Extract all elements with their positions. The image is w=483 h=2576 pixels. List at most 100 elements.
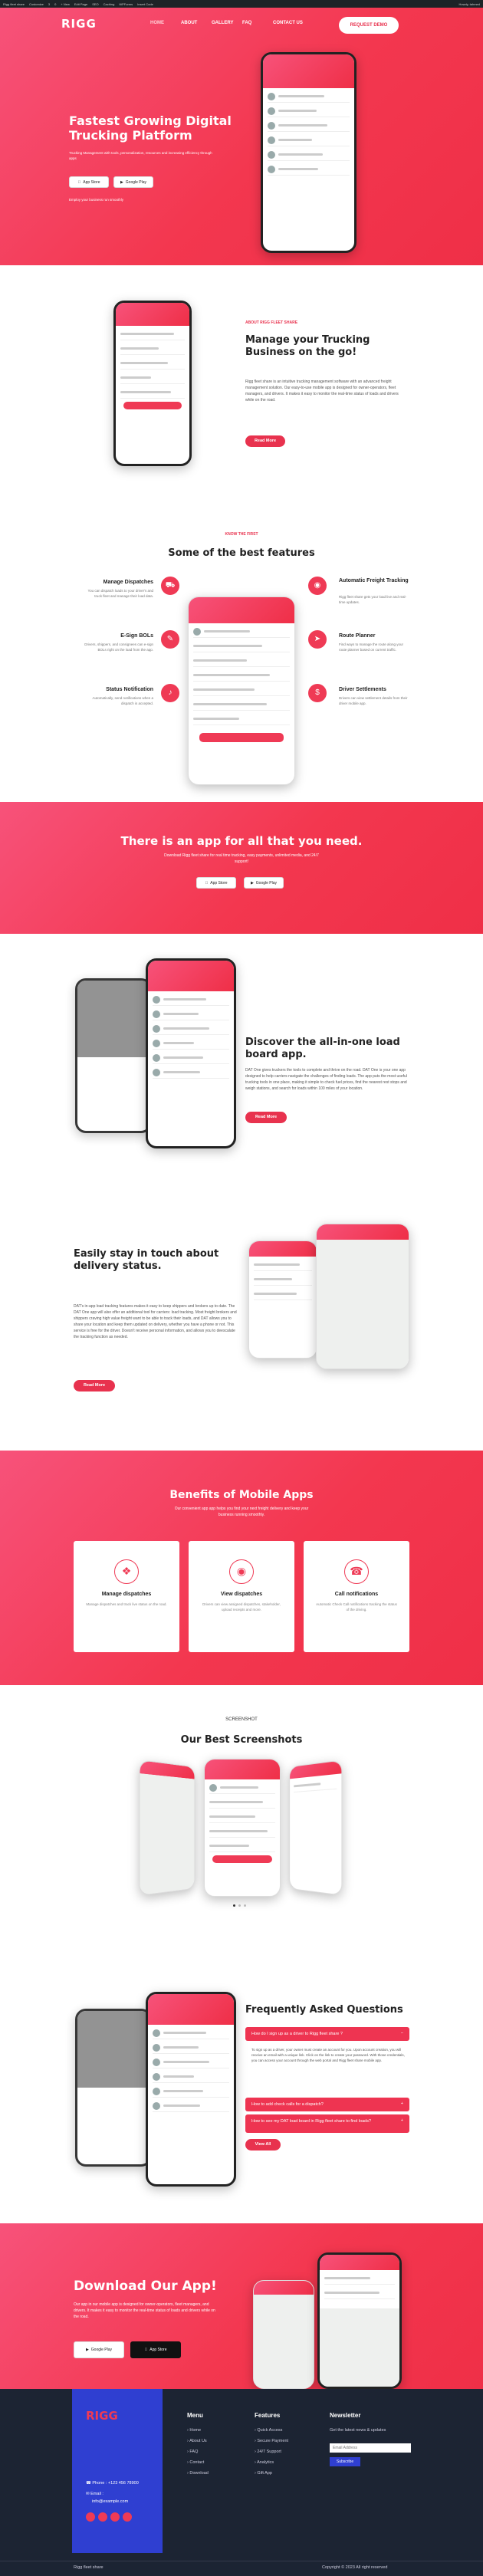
hero-title: Fastest Growing Digital Trucking Platfor… [69, 113, 232, 143]
benefits-subtitle: Our convenient app app helps you find yo… [174, 1506, 309, 1517]
admin-item[interactable]: SEO [92, 2, 98, 6]
footer-link[interactable]: › Secure Payment [255, 2439, 288, 2443]
twitter-icon[interactable] [98, 2512, 107, 2522]
footer-brand-box: RIGG ☎ Phone : +123 456 78900 ✉ Email : … [72, 2389, 163, 2553]
download-phone-main [317, 2252, 402, 2389]
subscribe-button[interactable]: Subscribe [330, 2457, 360, 2466]
features-title: Some of the best features [168, 547, 315, 559]
admin-item[interactable]: 3 [48, 2, 50, 6]
apple-icon:  [145, 2348, 148, 2352]
faq-question-3[interactable]: How to see my DAT load board in Rigg fle… [245, 2114, 409, 2133]
download-text: Our app in our mobile app is designed fo… [74, 2302, 215, 2319]
discover-phone-back [75, 978, 152, 1133]
app-store-button[interactable]: App Store [69, 176, 109, 188]
benefit-card: ❖ Manage dispatches Manage dispatches an… [74, 1541, 179, 1652]
truck-icon: ⛟ [161, 577, 179, 595]
main-nav: HOME ABOUT GALLERY FAQ CONTACT US [150, 21, 304, 25]
about-title: Manage your Trucking Business on the go! [245, 334, 370, 358]
newsletter-email-input[interactable] [330, 2443, 411, 2453]
footer-link[interactable]: › Download [187, 2471, 209, 2476]
features-phone-mockup [188, 596, 295, 785]
nav-gallery[interactable]: GALLERY [212, 21, 242, 25]
footer-copy-left: Rigg fleet share [74, 2565, 104, 2570]
admin-bar: Rigg fleet share Customize 3 0 + New Edi… [0, 0, 483, 8]
route-icon: ➤ [308, 630, 327, 649]
play-icon: ▶ [250, 880, 254, 886]
google-play-button[interactable]: ▶ Google Play [74, 2341, 124, 2358]
faq-phone-back [75, 2009, 152, 2167]
download-phone-small [253, 2280, 314, 2389]
screenshots-title: Our Best Screenshots [180, 1734, 303, 1746]
admin-item[interactable]: Caching [104, 2, 115, 6]
eye-icon: ◉ [229, 1559, 254, 1584]
discover-read-more-button[interactable]: Read More [245, 1112, 287, 1123]
facebook-icon[interactable] [86, 2512, 95, 2522]
bell-icon: ☎ [344, 1559, 369, 1584]
footer-email[interactable]: info@example.com [92, 2499, 128, 2504]
nav-about[interactable]: ABOUT [181, 21, 212, 25]
app-band: There is an app for all that you need. D… [0, 802, 483, 934]
discover-text: DAT One gives truckers the tools to comp… [245, 1068, 407, 1091]
about-kicker: ABOUT RIGG FLEET SHARE [245, 320, 298, 325]
download-section: Download Our App! Our app in our mobile … [0, 2223, 483, 2389]
admin-item[interactable]: 0 [54, 2, 56, 6]
screenshot-left [139, 1759, 196, 1897]
carousel-dots[interactable] [233, 1904, 246, 1907]
screenshots-kicker: SCREENSHOT [225, 1717, 258, 1722]
play-icon: ▶ [85, 2348, 89, 2352]
footer-link[interactable]: › 24/7 Support [255, 2450, 288, 2454]
about-phone-mockup [113, 301, 192, 466]
admin-item[interactable]: Customize [29, 2, 44, 6]
admin-item[interactable]: WPForms [119, 2, 133, 6]
hero-section: RIGG HOME ABOUT GALLERY FAQ CONTACT US R… [0, 8, 483, 265]
bell-icon: ♪ [161, 684, 179, 702]
about-read-more-button[interactable]: Read More [245, 435, 285, 447]
pen-icon: ✎ [161, 630, 179, 649]
google-play-button[interactable]: ▶ Google Play [113, 176, 153, 188]
footer-link[interactable]: › Analytics [255, 2460, 288, 2465]
faq-question-1[interactable]: How do I sign up as a driver to Rigg fle… [245, 2027, 409, 2041]
faq-title: Frequently Asked Questions [245, 2004, 403, 2016]
linkedin-icon[interactable] [123, 2512, 132, 2522]
discover-phone-front [146, 958, 236, 1148]
app-store-button[interactable]: App Store [130, 2341, 181, 2358]
plus-icon: + [400, 2101, 403, 2106]
screenshot-right [289, 1760, 343, 1896]
instagram-icon[interactable] [110, 2512, 120, 2522]
nav-faq[interactable]: FAQ [242, 21, 273, 25]
nav-contact[interactable]: CONTACT US [273, 21, 304, 25]
newsletter-title: Newsletter [330, 2412, 361, 2419]
nav-home[interactable]: HOME [150, 21, 181, 25]
wallet-icon: $ [308, 684, 327, 702]
footer-copyright: Copyright © 2023 All right reserved [322, 2565, 388, 2570]
footer-link[interactable]: › Quick Access [255, 2428, 288, 2433]
footer-link[interactable]: › FAQ [187, 2450, 209, 2454]
hero-caption: Employ your business run smoothly [69, 198, 124, 202]
admin-item[interactable]: Insert Code [137, 2, 153, 6]
faq-question-2[interactable]: How to add check calls for a dispatch? + [245, 2098, 409, 2111]
footer-link[interactable]: › Contact [187, 2460, 209, 2465]
footer-features: Features › Quick Access › Secure Payment… [255, 2412, 288, 2482]
faq-view-all-button[interactable]: View All [245, 2139, 281, 2150]
status-read-more-button[interactable]: Read More [74, 1380, 115, 1392]
footer-link[interactable]: › Home [187, 2428, 209, 2433]
footer-logo[interactable]: RIGG [86, 2409, 118, 2423]
status-text: DAT's in-app load tracking features make… [74, 1304, 237, 1339]
admin-item[interactable]: Rigg fleet share [3, 2, 25, 6]
request-demo-button[interactable]: REQUEST DEMO [339, 17, 399, 34]
footer-link[interactable]: › About Us [187, 2439, 209, 2443]
admin-item[interactable]: + New [61, 2, 69, 6]
features-kicker: KNOW THE FIRST [225, 532, 258, 537]
footer-newsletter: Newsletter Get the latest news & updates… [330, 2412, 414, 2472]
admin-item[interactable]: Edit Page [74, 2, 87, 6]
app-band-title: There is an app for all that you need. [120, 834, 363, 848]
app-store-button[interactable]: App Store [196, 877, 236, 889]
faq-answer-1: To sign up as a driver, your owner must … [251, 2048, 405, 2062]
hero-phone-mockup [261, 52, 356, 253]
google-play-button[interactable]: ▶ Google Play [244, 877, 284, 889]
admin-user[interactable]: Howdy, tahmed [459, 2, 481, 6]
footer-link[interactable]: › Gift App [255, 2471, 288, 2476]
footer-email-label: ✉ Email : [86, 2492, 104, 2496]
hero-subtitle: Trucking Management with tools, personal… [69, 151, 212, 160]
logo[interactable]: RIGG [61, 17, 97, 31]
